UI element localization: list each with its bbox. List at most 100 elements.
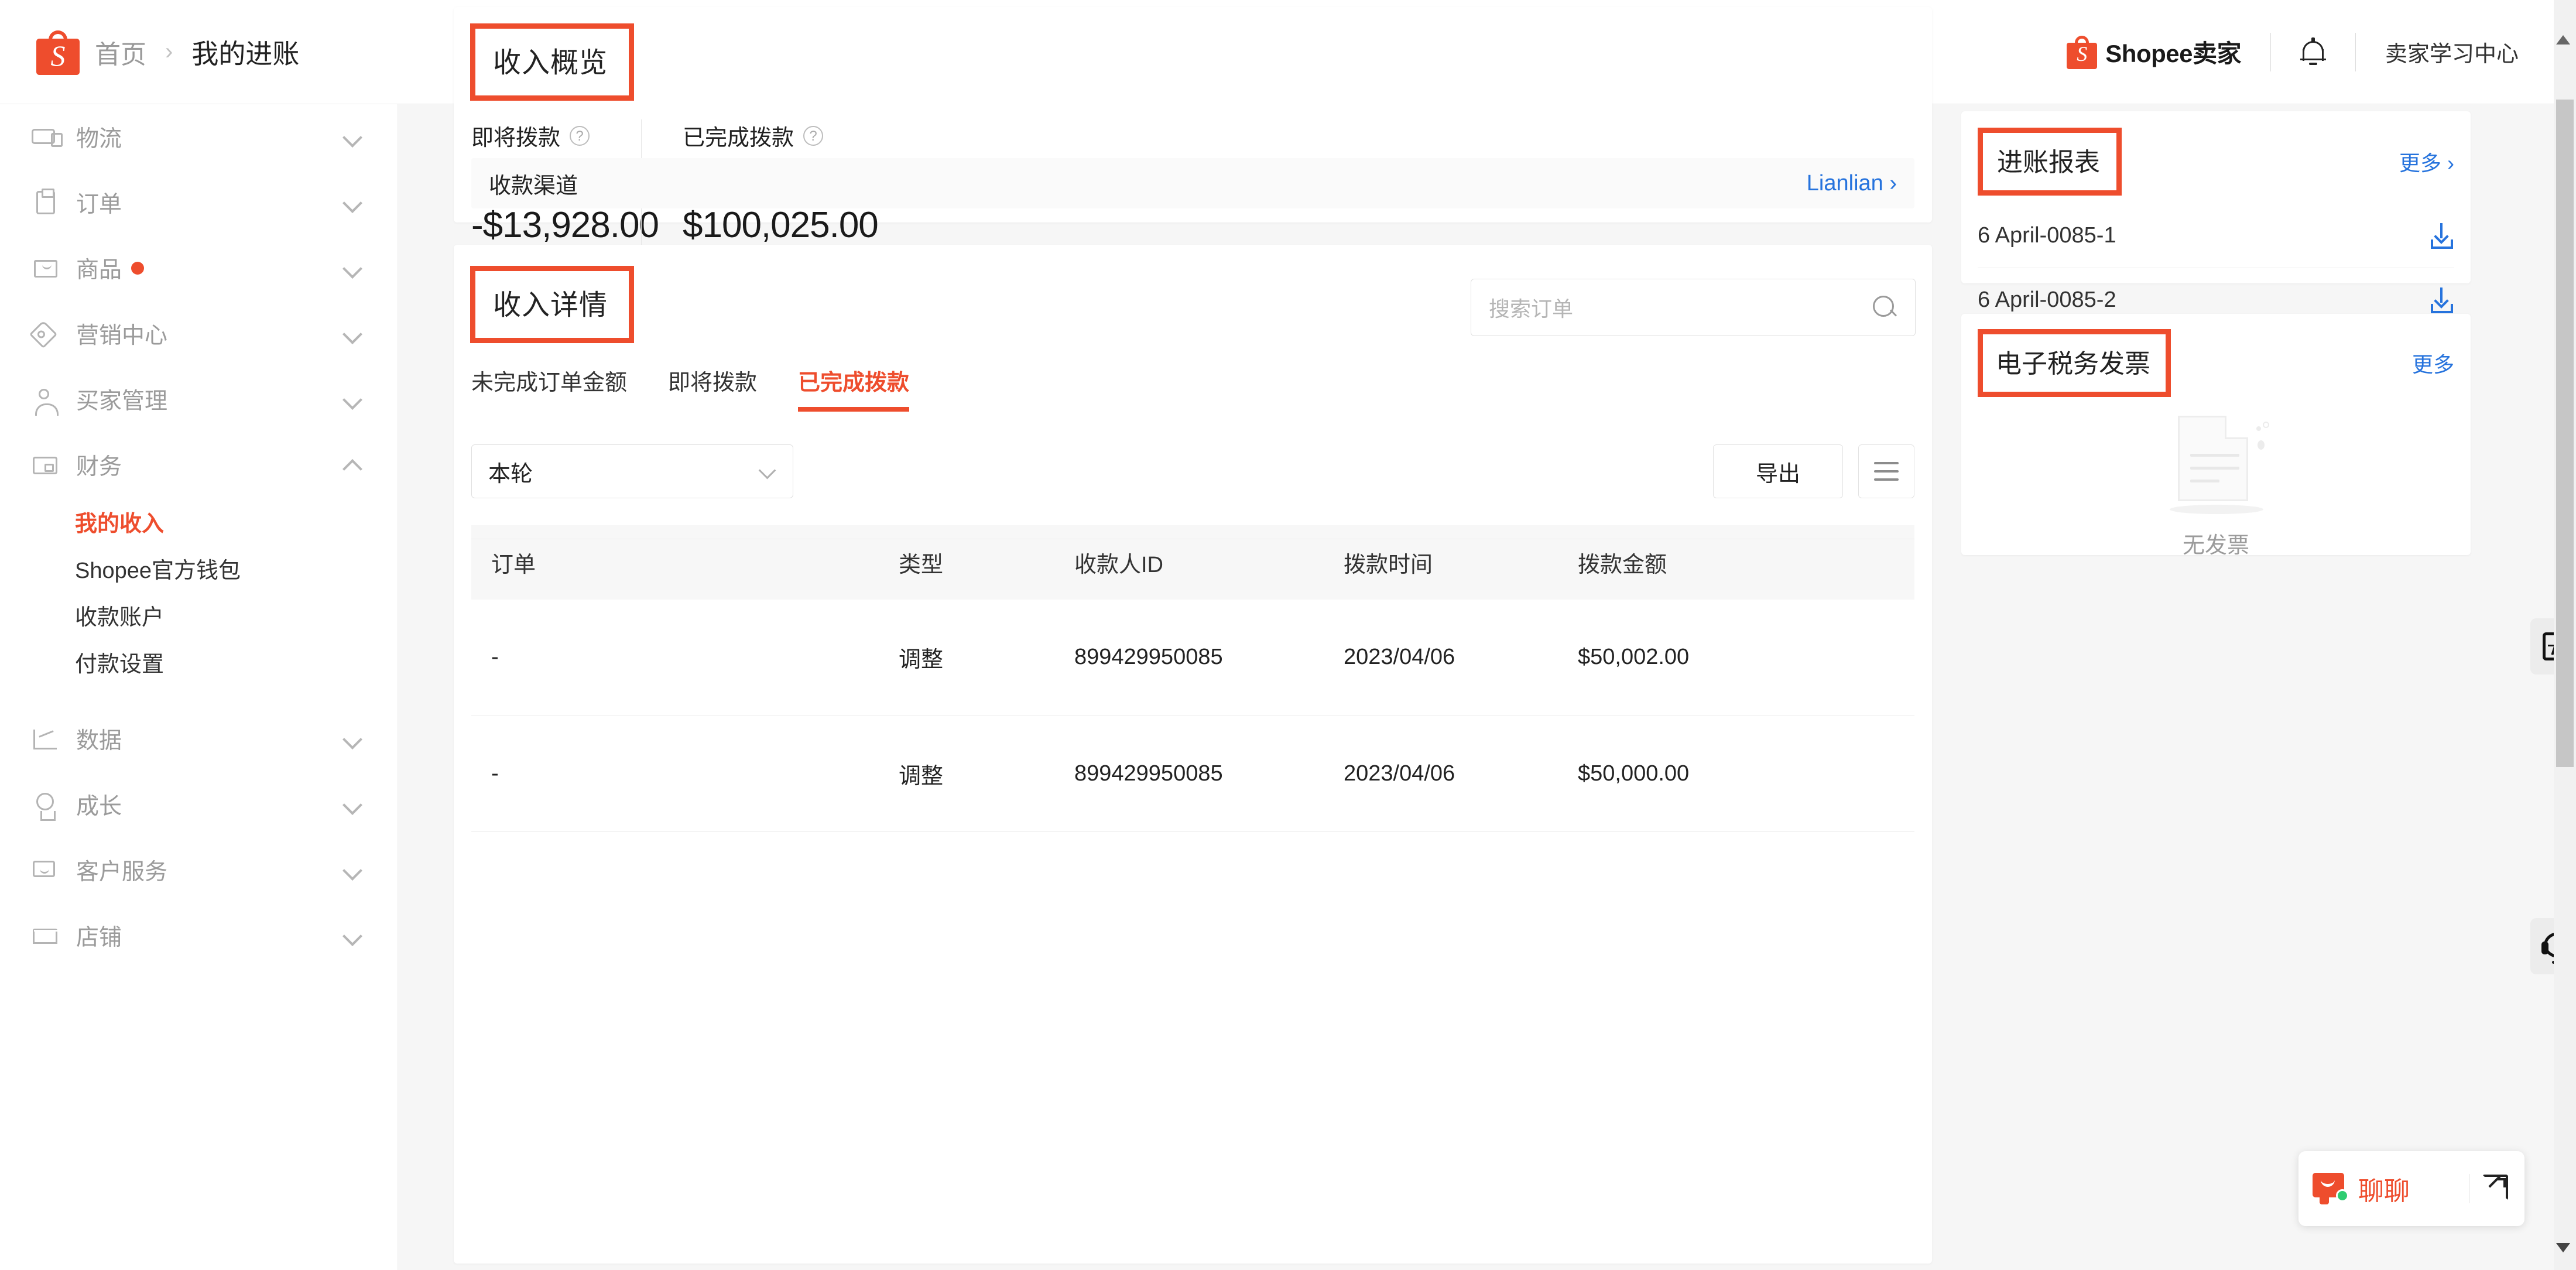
tab-upcoming-payout[interactable]: 即将拨款 (668, 364, 757, 412)
chat-label: 聊聊 (2358, 1177, 2410, 1206)
sidebar-item-shop[interactable]: 店铺 (0, 903, 398, 968)
cell-order: - (471, 600, 899, 716)
sidebar-item-label: 营销中心 (76, 323, 168, 348)
shopee-seller-logo-icon: S (2067, 35, 2098, 69)
sidebar-item-data[interactable]: 数据 (0, 706, 398, 772)
sidebar-item-label: 物流 (76, 126, 122, 152)
round-filter-select[interactable]: 本轮 (471, 444, 793, 498)
wallet-icon (30, 450, 61, 480)
sidebar-item-label: 店铺 (76, 925, 122, 950)
table-row[interactable]: - 调整 899429950085 2023/04/06 $50,000.00 (471, 716, 1914, 832)
sidebar-item-label: 商品 (76, 258, 122, 283)
sidebar-item-label: 买家管理 (76, 389, 168, 414)
page-root: S 首页 › 我的进账 S Shopee卖家 卖家学习中心 物流 订单 商品 营… (0, 0, 2576, 1270)
help-icon[interactable]: ? (803, 125, 824, 146)
sidebar-item-shopee-wallet[interactable]: Shopee官方钱包 (75, 545, 398, 591)
payout-table: 订单 类型 收款人ID 拨款时间 拨款金额 - 调整 899429950085 … (471, 525, 1914, 832)
chat-icon (30, 855, 61, 885)
col-header-order[interactable]: 订单 (471, 525, 899, 600)
column-settings-button[interactable] (1858, 444, 1914, 498)
income-reports-more-link[interactable]: 更多 › (2399, 146, 2454, 177)
medal-icon (30, 789, 61, 821)
breadcrumb-home[interactable]: 首页 (95, 33, 146, 71)
cell-payee-id: 899429950085 (1074, 600, 1344, 716)
chevron-down-icon (344, 325, 361, 343)
scroll-down-arrow-icon[interactable] (2556, 1243, 2570, 1252)
sidebar-item-label: 财务 (76, 454, 122, 480)
page-scrollbar[interactable] (2554, 0, 2576, 1270)
chat-widget[interactable]: 聊聊 (2298, 1151, 2524, 1226)
sidebar-item-orders[interactable]: 订单 (0, 170, 398, 235)
chevron-down-icon (344, 128, 361, 146)
tab-completed-payout[interactable]: 已完成拨款 (798, 364, 910, 412)
e-tax-invoice-more-link[interactable]: 更多 (2412, 348, 2454, 378)
income-overview-title: 收入概览 (493, 47, 608, 78)
sidebar-item-buyer-management[interactable]: 买家管理 (0, 367, 398, 432)
export-button[interactable]: 导出 (1713, 444, 1843, 498)
scrollbar-thumb[interactable] (2556, 100, 2574, 767)
col-header-payout-amount[interactable]: 拨款金额 (1578, 525, 1914, 600)
income-detail-tabs: 未完成订单金额 即将拨款 已完成拨款 (471, 364, 1932, 412)
hamburger-line (1874, 462, 1899, 464)
table-row[interactable]: - 调整 899429950085 2023/04/06 $50,002.00 (471, 600, 1914, 716)
report-name: 6 April-0085-1 (1978, 223, 2116, 248)
income-overview-title-highlight: 收入概览 (470, 23, 635, 101)
list-item[interactable]: 6 April-0085-1 (1978, 204, 2454, 268)
page-title: 我的进账 (191, 38, 300, 69)
scroll-up-arrow-icon[interactable] (2556, 35, 2570, 44)
sidebar: 物流 订单 商品 营销中心 买家管理 财务 我的收入 Shopee官方钱包 收款… (0, 104, 398, 1270)
e-tax-invoice-title: 电子税务发票 (1996, 350, 2150, 378)
notification-bell-icon[interactable] (2300, 37, 2326, 67)
completed-payout-label: 已完成拨款 (683, 126, 794, 150)
income-detail-header: 收入详情 搜索订单 (454, 245, 1932, 343)
finance-submenu: 我的收入 Shopee官方钱包 收款账户 付款设置 (0, 498, 398, 685)
e-tax-invoice-card: 电子税务发票 更多 无发票 (1961, 314, 2471, 558)
download-icon[interactable] (2430, 287, 2454, 313)
sidebar-item-my-income[interactable]: 我的收入 (75, 498, 398, 545)
cell-payout-amount: $50,000.00 (1578, 716, 1914, 832)
user-icon (30, 384, 61, 416)
shopping-bag-icon (30, 253, 61, 283)
col-header-payout-time[interactable]: 拨款时间 (1344, 525, 1578, 600)
hamburger-line (1874, 478, 1899, 481)
sidebar-item-payment-settings[interactable]: 付款设置 (75, 638, 398, 685)
completed-payout-amount: $100,025.00 (683, 205, 879, 245)
upcoming-payout-label: 即将拨款 (471, 126, 561, 150)
sidebar-item-products[interactable]: 商品 (0, 235, 398, 301)
clipboard-icon (30, 187, 61, 218)
help-icon[interactable]: ? (570, 125, 590, 146)
income-reports-title: 进账报表 (1997, 148, 2100, 177)
shopee-seller-brand[interactable]: S Shopee卖家 (2067, 34, 2241, 70)
sidebar-item-customer-service[interactable]: 客户服务 (0, 837, 398, 903)
search-icon[interactable] (1872, 295, 1897, 320)
expand-icon[interactable] (2482, 1175, 2510, 1203)
payment-channel-row[interactable]: 收款渠道 Lianlian › (471, 158, 1914, 208)
table-header-row: 订单 类型 收款人ID 拨款时间 拨款金额 (471, 525, 1914, 600)
e-tax-invoice-header: 电子税务发票 更多 (1961, 314, 2471, 397)
truck-icon (30, 122, 63, 152)
sidebar-item-payment-account[interactable]: 收款账户 (75, 591, 398, 638)
seller-learning-center-link[interactable]: 卖家学习中心 (2385, 36, 2519, 68)
empty-document-icon (2161, 415, 2270, 514)
sidebar-item-label: 订单 (76, 192, 122, 217)
chat-bubble-icon (2313, 1173, 2349, 1204)
sidebar-item-marketing[interactable]: 营销中心 (0, 301, 398, 367)
round-filter-value: 本轮 (488, 461, 533, 487)
hamburger-line (1874, 470, 1899, 473)
sidebar-item-logistics[interactable]: 物流 (0, 104, 398, 170)
header-right-group: S Shopee卖家 卖家学习中心 (2067, 32, 2554, 71)
col-header-payee-id[interactable]: 收款人ID (1074, 525, 1344, 600)
report-name: 6 April-0085-2 (1978, 287, 2116, 312)
sidebar-item-finance[interactable]: 财务 (0, 432, 398, 498)
payment-channel-link[interactable]: Lianlian › (1807, 171, 1897, 196)
col-header-type[interactable]: 类型 (899, 525, 1074, 600)
income-overview-header: 收入概览 (454, 7, 1932, 101)
chevron-down-icon (344, 861, 361, 879)
sidebar-item-label: 数据 (76, 728, 122, 754)
tab-unfinished-order-amount[interactable]: 未完成订单金额 (471, 364, 627, 412)
download-icon[interactable] (2430, 222, 2454, 249)
sidebar-item-growth[interactable]: 成长 (0, 772, 398, 837)
search-order-input[interactable]: 搜索订单 (1471, 279, 1916, 336)
income-detail-toolbar: 本轮 导出 (471, 444, 1914, 498)
e-tax-invoice-empty-state: 无发票 (1961, 415, 2471, 559)
